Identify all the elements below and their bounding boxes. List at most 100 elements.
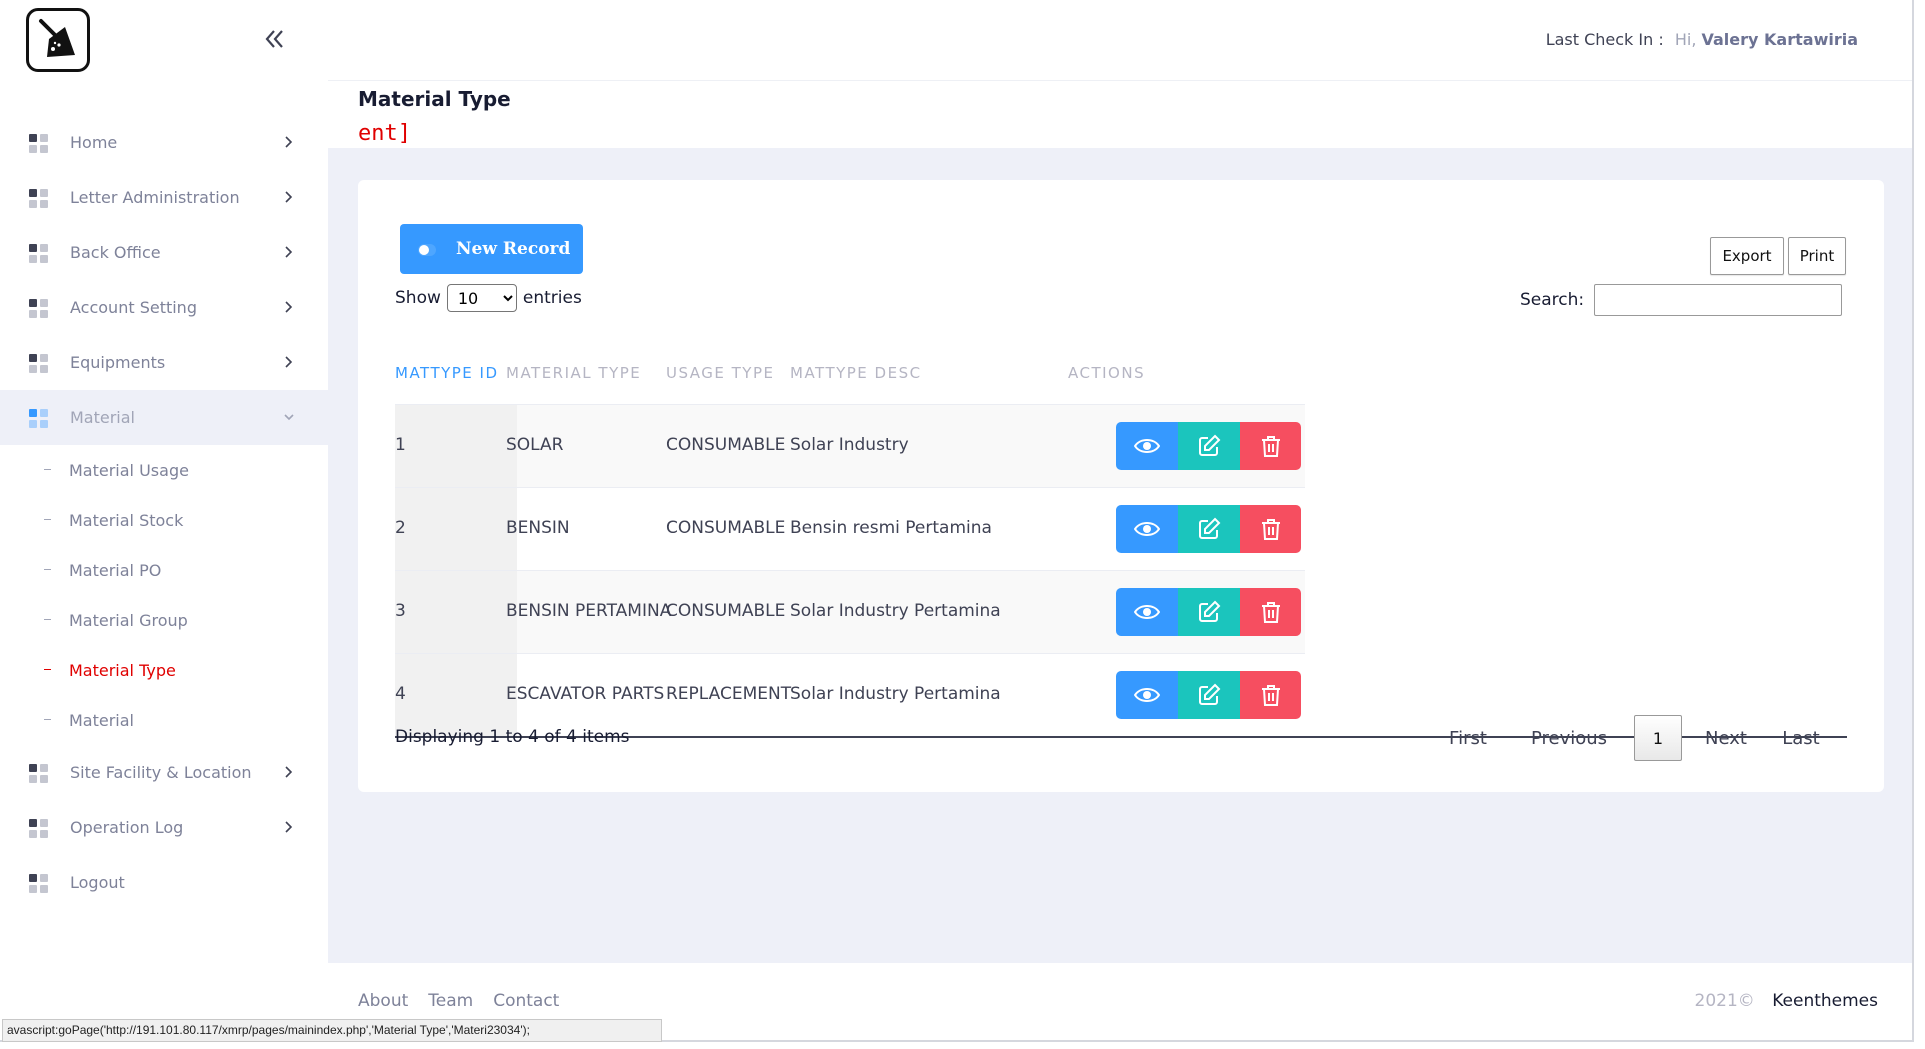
sidebar-item-label: Account Setting <box>70 298 197 317</box>
sidebar-item-operation-log[interactable]: Operation Log <box>0 800 328 855</box>
show-label: Show <box>395 288 441 308</box>
sidebar-item-site-facility-location[interactable]: Site Facility & Location <box>0 745 328 800</box>
edit-button[interactable] <box>1178 671 1240 719</box>
footer-links: About Team Contact <box>358 991 559 1011</box>
copyright-year: 2021© <box>1694 991 1755 1011</box>
sidebar-item-label: Site Facility & Location <box>70 763 252 782</box>
bullet-dash-icon <box>44 619 51 620</box>
entries-label: entries <box>522 288 582 308</box>
sidebar-subitem-material-type[interactable]: Material Type <box>0 645 328 695</box>
sidebar-item-letter-administration[interactable]: Letter Administration <box>0 170 328 225</box>
edit-icon <box>1199 517 1221 539</box>
export-button[interactable]: Export <box>1710 237 1784 275</box>
grid-icon <box>29 819 48 838</box>
row-actions <box>1116 422 1301 470</box>
search-control: Search: <box>1520 284 1843 316</box>
pagination-last[interactable]: Last <box>1776 715 1826 761</box>
grid-icon <box>29 189 48 208</box>
sidebar-item-material[interactable]: Material <box>0 390 328 445</box>
eye-icon <box>1134 439 1160 453</box>
user-checkin[interactable]: Last Check In : Hi, Valery Kartawiria <box>1546 30 1858 49</box>
sidebar-subitem-material[interactable]: Material <box>0 695 328 745</box>
column-header-material-type[interactable]: MATERIAL TYPE <box>506 364 641 382</box>
browser-status-bar: avascript:goPage('http://191.101.80.117/… <box>2 1019 662 1042</box>
sidebar-item-account-setting[interactable]: Account Setting <box>0 280 328 335</box>
sidebar-subitem-material-group[interactable]: Material Group <box>0 595 328 645</box>
print-button[interactable]: Print <box>1788 237 1846 275</box>
delete-button[interactable] <box>1240 671 1301 719</box>
debug-text-fragment: ent] <box>358 121 411 146</box>
edit-button[interactable] <box>1178 422 1240 470</box>
table-header: MATTYPE ID MATERIAL TYPE USAGE TYPE MATT… <box>395 340 1847 404</box>
cell-mattype-id: 4 <box>395 684 406 704</box>
user-name: Valery Kartawiria <box>1701 30 1859 49</box>
sidebar-item-label: Home <box>70 133 118 152</box>
pagination-first[interactable]: First <box>1438 715 1498 761</box>
cell-mattype-id: 3 <box>395 601 406 621</box>
footer-link-contact[interactable]: Contact <box>493 991 559 1011</box>
sidebar-item-label: Operation Log <box>70 818 184 837</box>
footer-link-about[interactable]: About <box>358 991 408 1011</box>
page-size-select[interactable]: 102550100 <box>446 284 517 312</box>
sidebar-item-logout[interactable]: Logout <box>0 855 328 910</box>
grid-icon <box>29 764 48 783</box>
column-header-usage-type[interactable]: USAGE TYPE <box>666 364 775 382</box>
cell-usage-type: REPLACEMENT <box>666 684 792 704</box>
trash-icon <box>1261 436 1280 457</box>
bullet-dash-icon <box>44 519 51 520</box>
sidebar-item-label: Logout <box>70 873 125 892</box>
edit-icon <box>1199 600 1221 622</box>
bullet-dash-icon <box>44 469 51 470</box>
delete-button[interactable] <box>1240 505 1301 553</box>
trash-icon <box>1261 602 1280 623</box>
material-type-table: MATTYPE ID MATERIAL TYPE USAGE TYPE MATT… <box>395 340 1847 738</box>
column-header-mattype-desc[interactable]: MATTYPE DESC <box>790 364 922 382</box>
sidebar-subitem-material-po[interactable]: Material PO <box>0 545 328 595</box>
footer-link-team[interactable]: Team <box>428 991 473 1011</box>
top-header: Last Check In : Hi, Valery Kartawiria <box>328 0 1912 81</box>
greeting: Hi, <box>1674 30 1697 49</box>
search-input[interactable] <box>1594 284 1843 316</box>
row-actions <box>1116 505 1301 553</box>
sidebar-item-label: Back Office <box>70 243 161 262</box>
pagination-next[interactable]: Next <box>1696 715 1756 761</box>
view-button[interactable] <box>1116 505 1178 553</box>
cell-mattype-id: 2 <box>395 518 406 538</box>
table-row: 3 BENSIN PERTAMINA CONSUMABLE Solar Indu… <box>395 570 1305 653</box>
chevron-right-icon <box>285 136 293 148</box>
sidebar-subitem-material-stock[interactable]: Material Stock <box>0 495 328 545</box>
column-header-mattype-id[interactable]: MATTYPE ID <box>395 364 499 382</box>
row-actions <box>1116 588 1301 636</box>
view-button[interactable] <box>1116 671 1178 719</box>
pagination-current-page[interactable]: 1 <box>1634 715 1682 761</box>
view-button[interactable] <box>1116 422 1178 470</box>
pagination-previous[interactable]: Previous <box>1521 715 1617 761</box>
view-button[interactable] <box>1116 588 1178 636</box>
app-window: Home Letter Administration Back Office A… <box>0 0 1914 1042</box>
delete-button[interactable] <box>1240 422 1301 470</box>
cell-material-type: BENSIN PERTAMINA <box>506 601 672 621</box>
edit-button[interactable] <box>1178 505 1240 553</box>
sidebar-subitem-label: Material Type <box>69 660 176 680</box>
collapse-sidebar-button[interactable] <box>260 24 290 54</box>
column-header-actions: ACTIONS <box>1068 364 1146 382</box>
table-row: 1 SOLAR CONSUMABLE Solar Industry <box>395 404 1305 487</box>
cell-mattype-desc: Solar Industry Pertamina <box>790 684 1001 704</box>
trash-icon <box>1261 519 1280 540</box>
delete-button[interactable] <box>1240 588 1301 636</box>
page-title: Material Type <box>358 87 511 111</box>
sidebar-subitem-label: Material Group <box>69 610 188 630</box>
new-record-button[interactable]: New Record <box>400 224 583 274</box>
sidebar-item-back-office[interactable]: Back Office <box>0 225 328 280</box>
bullet-dash-icon <box>44 669 51 670</box>
app-logo[interactable] <box>26 8 90 72</box>
footer-brand[interactable]: Keenthemes <box>1772 991 1878 1011</box>
edit-button[interactable] <box>1178 588 1240 636</box>
sidebar-subitem-material-usage[interactable]: Material Usage <box>0 445 328 495</box>
chevron-right-icon <box>285 191 293 203</box>
cell-material-type: SOLAR <box>506 435 564 455</box>
eye-icon <box>1134 605 1160 619</box>
subheader: Material Type ent] <box>328 81 1912 148</box>
sidebar-item-home[interactable]: Home <box>0 115 328 170</box>
sidebar-item-equipments[interactable]: Equipments <box>0 335 328 390</box>
